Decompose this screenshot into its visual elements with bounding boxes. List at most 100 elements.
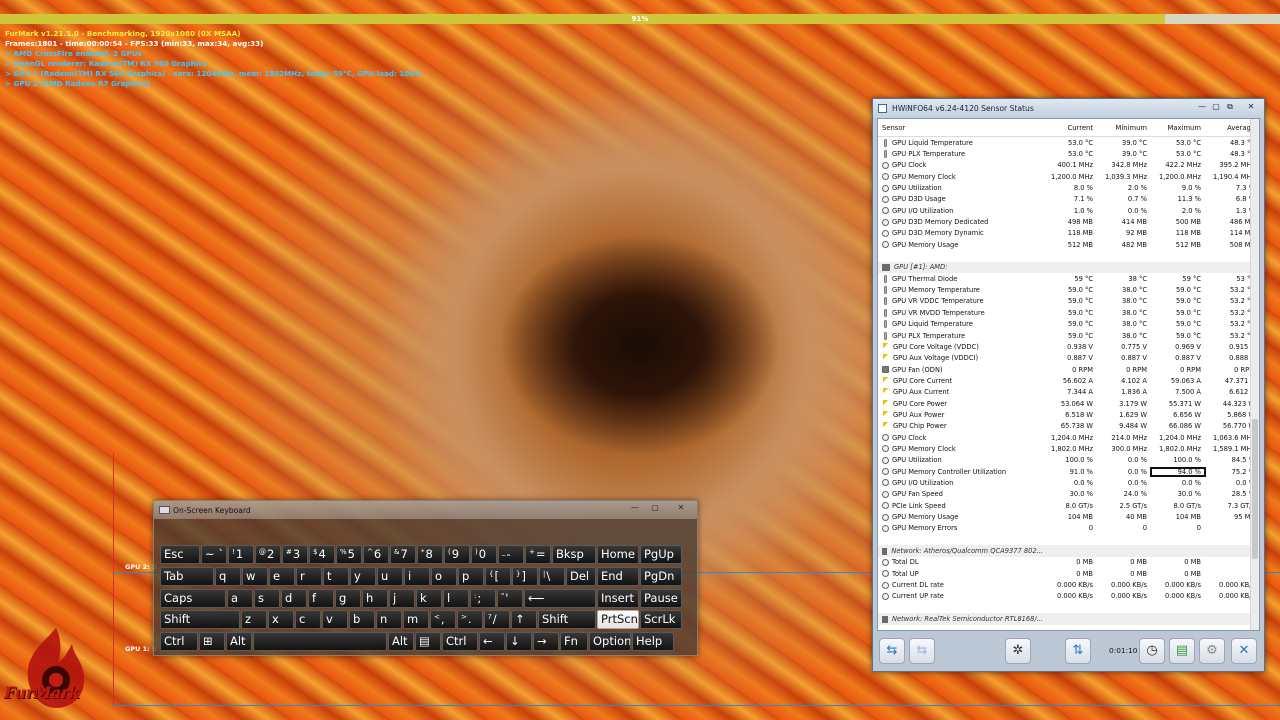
restore-button[interactable]: ▢ <box>1209 101 1223 113</box>
key-u[interactable]: u <box>377 567 403 586</box>
key-2[interactable]: @2 <box>255 545 281 564</box>
table-row[interactable]: GPU Clock 1,204.0 MHz 214.0 MHz 1,204.0 MHz… <box>878 432 1259 443</box>
key-symbol[interactable]: += <box>525 545 551 564</box>
key-symbol[interactable]: {[ <box>485 567 511 586</box>
table-row[interactable]: GPU D3D Memory Dedicated 498 MB 414 MB 500 … <box>878 216 1259 227</box>
table-row[interactable]: GPU Core Power 53.064 W 3.179 W 55.371 W 44.… <box>878 398 1259 409</box>
key-symbol[interactable]: ↑ <box>511 610 537 629</box>
table-row[interactable]: GPU Liquid Temperature 59.0 °C 38.0 °C 59.0… <box>878 319 1259 330</box>
key-alt[interactable]: Alt <box>388 632 414 651</box>
clock-icon[interactable]: ◷ <box>1139 638 1165 664</box>
key-pause[interactable]: Pause <box>640 589 682 608</box>
table-row[interactable]: GPU Memory Clock 1,802.0 MHz 300.0 MHz 1,80… <box>878 443 1259 454</box>
table-row[interactable]: GPU Thermal Diode 59 °C 38 °C 59 °C 53 °C <box>878 273 1259 284</box>
key-symbol[interactable]: |\ <box>539 567 565 586</box>
key-space[interactable] <box>253 632 387 651</box>
osk-minimize-button[interactable]: — <box>625 502 645 515</box>
hwinfo-sensor-window[interactable]: HWiNFO64 v6.24-4120 Sensor Status — ▢ ⧉ … <box>872 98 1265 672</box>
key-options[interactable]: Options <box>589 632 631 651</box>
key-symbol[interactable]: ?/ <box>484 610 510 629</box>
key-w[interactable]: w <box>242 567 268 586</box>
key-g[interactable]: g <box>335 589 361 608</box>
minimize-button[interactable]: — <box>1195 101 1209 113</box>
sensor-group-header[interactable]: Network: Atheros/Qualcomm QCA9377 802... <box>878 545 1259 557</box>
key-symbol[interactable]: :; <box>470 589 496 608</box>
table-row[interactable]: GPU Fan (ODN) 0 RPM 0 RPM 0 RPM 0 RPM <box>878 364 1259 375</box>
close-button[interactable]: ✕ <box>1242 101 1260 113</box>
key-symbol[interactable]: <, <box>430 610 456 629</box>
table-row[interactable]: GPU Fan Speed 30.0 % 24.0 % 30.0 % 28.5 % <box>878 489 1259 500</box>
key-c[interactable]: c <box>295 610 321 629</box>
close-x-icon[interactable]: ✕ <box>1231 638 1257 664</box>
key-x[interactable]: x <box>268 610 294 629</box>
key-d[interactable]: d <box>281 589 307 608</box>
key-y[interactable]: y <box>350 567 376 586</box>
table-row[interactable]: GPU Clock 400.1 MHz 342.8 MHz 422.2 MHz 395.… <box>878 160 1259 171</box>
key-j[interactable]: j <box>389 589 415 608</box>
table-row[interactable]: GPU Memory Usage 512 MB 482 MB 512 MB 508 MB <box>878 239 1259 250</box>
key-symbol[interactable]: ← <box>479 632 505 651</box>
network-icon[interactable]: ✲ <box>1005 638 1031 664</box>
table-row[interactable]: GPU Core Current 56.602 A 4.102 A 59.063 A4… <box>878 375 1259 386</box>
sensor-scrollbar[interactable] <box>1250 119 1259 630</box>
layout-switch-icon[interactable]: ⇅ <box>1065 638 1091 664</box>
key-symbol[interactable]: "' <box>497 589 523 608</box>
key-symbol[interactable]: }] <box>512 567 538 586</box>
table-row[interactable]: GPU PLX Temperature 53.0 °C 39.0 °C 53.0 °C… <box>878 148 1259 159</box>
table-row[interactable]: GPU Memory Errors 0 0 0 <box>878 523 1259 534</box>
collapse-arrows-icon[interactable]: ⇆ <box>909 638 935 664</box>
key-v[interactable]: v <box>322 610 348 629</box>
table-row[interactable]: GPU Memory Controller Utilization 91.0 % 0… <box>878 466 1259 477</box>
key-8[interactable]: *8 <box>417 545 443 564</box>
expand-arrows-icon[interactable]: ⇆ <box>879 638 905 664</box>
table-row[interactable]: GPU Utilization 100.0 % 0.0 % 100.0 % 84.5 % <box>878 455 1259 466</box>
table-row[interactable]: PCIe Link Speed 8.0 GT/s 2.5 GT/s 8.0 GT/s 7… <box>878 500 1259 511</box>
key-del[interactable]: Del <box>566 567 596 586</box>
table-row[interactable]: Total DL 0 MB 0 MB 0 MB <box>878 557 1259 568</box>
key-scrlk[interactable]: ScrLk <box>640 610 682 629</box>
key-o[interactable]: o <box>431 567 457 586</box>
table-row[interactable]: GPU D3D Memory Dynamic 118 MB 92 MB 118 MB 1… <box>878 228 1259 239</box>
table-row[interactable]: GPU Memory Usage 104 MB 40 MB 104 MB 95 MB <box>878 511 1259 522</box>
key-e[interactable]: e <box>269 567 295 586</box>
key-help[interactable]: Help <box>632 632 674 651</box>
settings-gear-icon[interactable]: ⚙ <box>1199 638 1225 664</box>
key-r[interactable]: r <box>296 567 322 586</box>
key-h[interactable]: h <box>362 589 388 608</box>
key-caps[interactable]: Caps <box>160 589 226 608</box>
key-ctrl[interactable]: Ctrl <box>442 632 478 651</box>
key-symbol[interactable]: → <box>533 632 559 651</box>
key-symbol[interactable]: >. <box>457 610 483 629</box>
key-symbol[interactable]: ↓ <box>506 632 532 651</box>
key-alt[interactable]: Alt <box>226 632 252 651</box>
key-ctrl[interactable]: Ctrl <box>160 632 198 651</box>
key-7[interactable]: &7 <box>390 545 416 564</box>
key-z[interactable]: z <box>241 610 267 629</box>
header-current[interactable]: Current <box>1043 124 1097 132</box>
key-3[interactable]: #3 <box>282 545 308 564</box>
key-q[interactable]: q <box>215 567 241 586</box>
table-row[interactable]: Current DL rate 0.000 KB/s 0.000 KB/s 0.000… <box>878 579 1259 590</box>
key-p[interactable]: p <box>458 567 484 586</box>
osk-titlebar[interactable]: On-Screen Keyboard — ▢ ✕ <box>154 501 697 519</box>
table-row[interactable]: GPU I/O Utilization 0.0 % 0.0 % 0.0 % 0.0 % <box>878 477 1259 488</box>
key-pgdn[interactable]: PgDn <box>640 567 682 586</box>
key-9[interactable]: (9 <box>444 545 470 564</box>
table-row[interactable]: GPU Aux Current 7.344 A 1.836 A 7.500 A 6.61… <box>878 387 1259 398</box>
sensor-group-header[interactable]: GPU [#1]: AMD: <box>878 261 1259 274</box>
table-row[interactable]: GPU Core Voltage (VDDC) 0.938 V 0.775 V 0.9… <box>878 341 1259 352</box>
table-row[interactable]: GPU Memory Clock 1,200.0 MHz 1,039.3 MHz 1,… <box>878 171 1259 182</box>
key-home[interactable]: Home <box>597 545 639 564</box>
table-row[interactable]: GPU Utilization 8.0 % 2.0 % 9.0 % 7.3 % <box>878 182 1259 193</box>
key-symbol[interactable]: ⊞ <box>199 632 225 651</box>
table-row[interactable]: GPU PLX Temperature 59.0 °C 38.0 °C 59.0 °C… <box>878 330 1259 341</box>
osk-close-button[interactable]: ✕ <box>667 502 695 515</box>
key-k[interactable]: k <box>416 589 442 608</box>
key-fn[interactable]: Fn <box>560 632 588 651</box>
key-t[interactable]: t <box>323 567 349 586</box>
maximize-button[interactable]: ⧉ <box>1223 101 1237 113</box>
table-row[interactable]: GPU Aux Power 6.518 W 1.629 W 6.656 W 5.868 … <box>878 409 1259 420</box>
key-insert[interactable]: Insert <box>597 589 639 608</box>
table-row[interactable]: Total UP 0 MB 0 MB 0 MB <box>878 568 1259 579</box>
key-f[interactable]: f <box>308 589 334 608</box>
